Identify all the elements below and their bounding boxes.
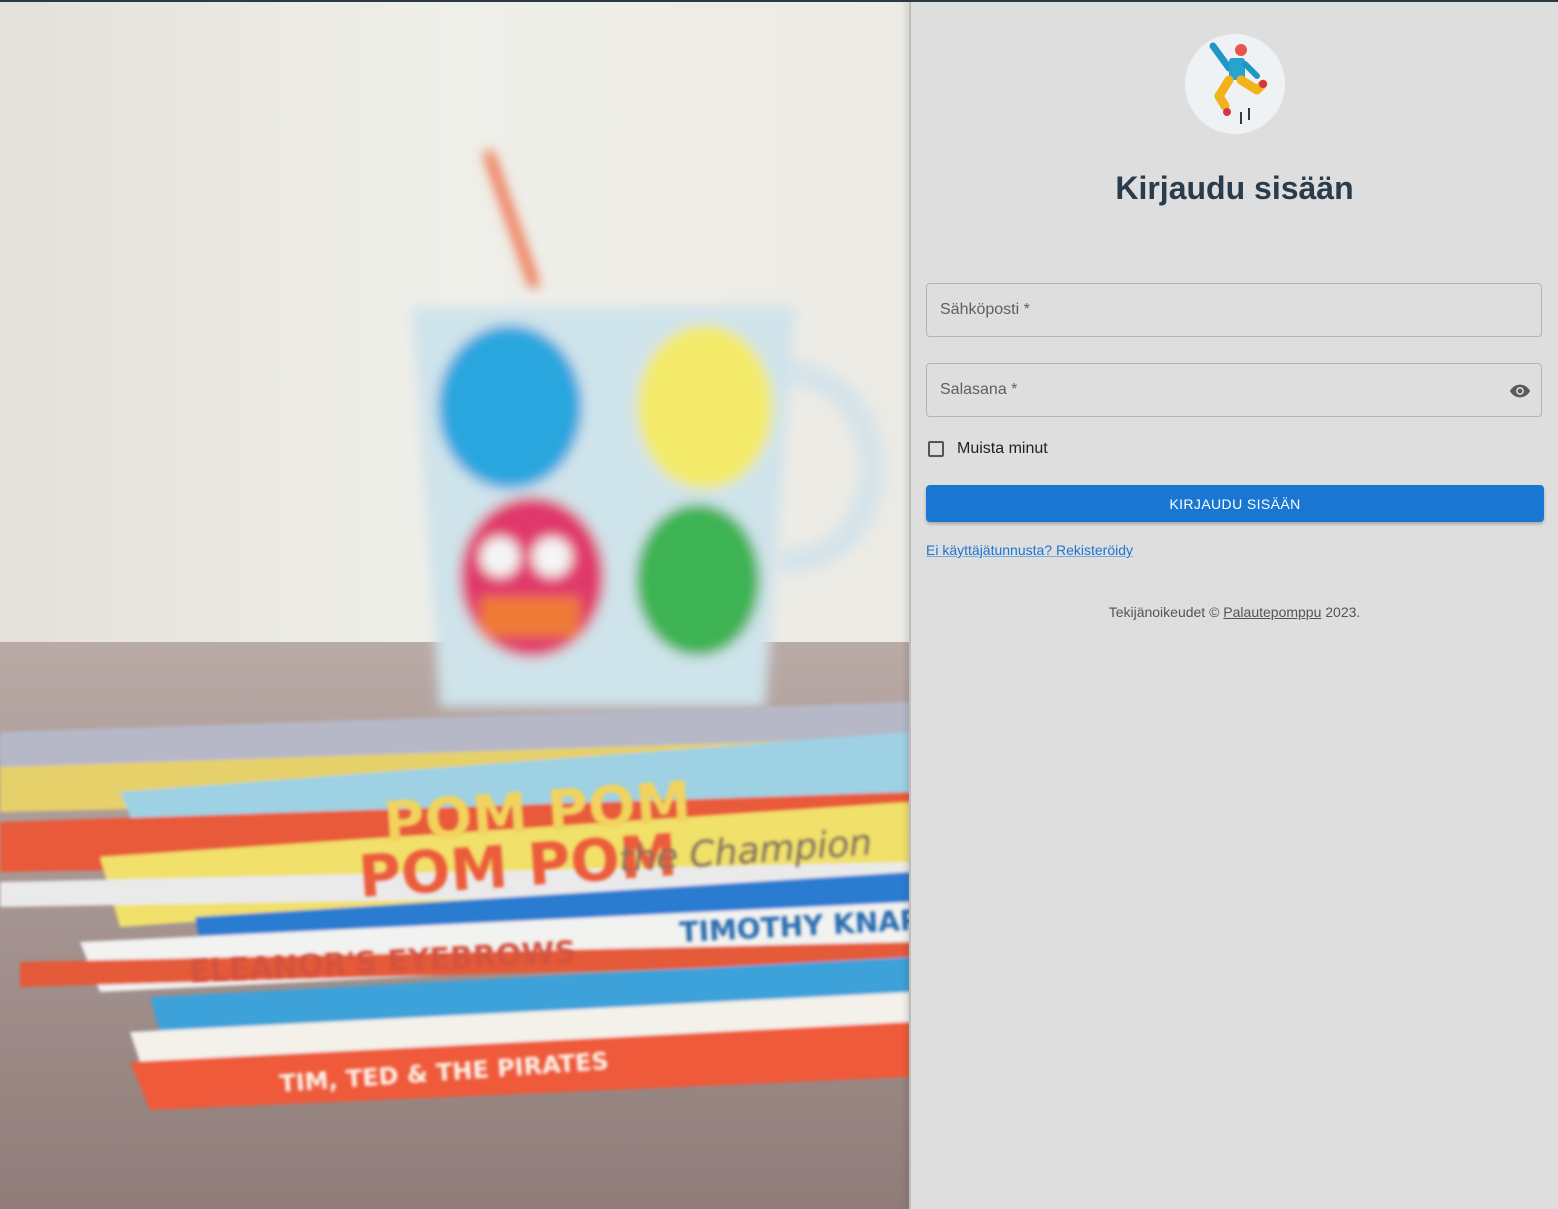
email-field[interactable]: Sähköposti * bbox=[926, 283, 1542, 337]
copyright-text: Tekijänoikeudet © Palautepomppu 2023. bbox=[911, 604, 1558, 620]
email-label: Sähköposti * bbox=[940, 301, 1030, 318]
hero-photo: POM POM POM POM the Champion ELEANOR'S E… bbox=[0, 2, 910, 1209]
top-border bbox=[0, 0, 1558, 2]
password-field[interactable]: Salasana * bbox=[926, 363, 1542, 417]
eye-icon[interactable] bbox=[1509, 380, 1531, 402]
copyright-suffix: 2023. bbox=[1321, 604, 1361, 620]
remember-label: Muista minut bbox=[957, 440, 1048, 457]
brand-link[interactable]: Palautepomppu bbox=[1223, 604, 1321, 620]
login-button[interactable]: KIRJAUDU SISÄÄN bbox=[926, 485, 1544, 522]
page-title: Kirjaudu sisään bbox=[1115, 170, 1354, 206]
password-label: Salasana * bbox=[940, 381, 1018, 398]
copyright-prefix: Tekijänoikeudet © bbox=[1108, 604, 1224, 620]
remember-me[interactable]: Muista minut bbox=[928, 439, 1048, 459]
register-link[interactable]: Ei käyttäjätunnusta? Rekisteröidy bbox=[926, 542, 1133, 558]
remember-checkbox[interactable] bbox=[928, 441, 944, 457]
jumping-person-logo-icon bbox=[1185, 34, 1285, 134]
login-panel: Kirjaudu sisään Sähköposti * Salasana * … bbox=[911, 2, 1558, 1209]
